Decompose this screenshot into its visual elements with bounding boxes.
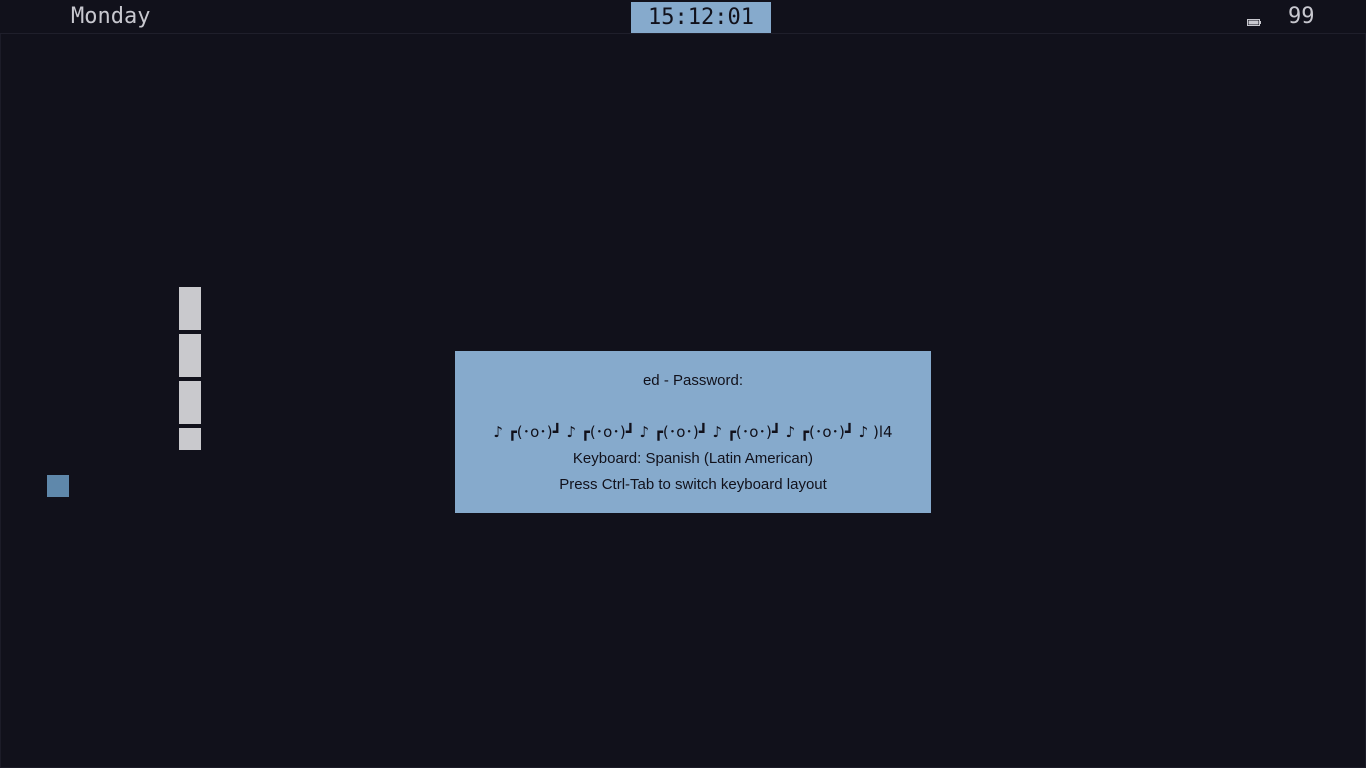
- indicator-bar-1: [179, 287, 201, 330]
- password-input[interactable]: ♪ ┏(･o･)┛ ♪ ┏(･o･)┛ ♪ ┏(･o･)┛ ♪ ┏(･o･)┛ …: [455, 422, 931, 442]
- indicator-bar-2: [179, 334, 201, 377]
- indicator-bar-4: [179, 428, 201, 450]
- clock: 15:12:01: [631, 2, 771, 33]
- lock-password-dialog[interactable]: ed - Password: ♪ ┏(･o･)┛ ♪ ┏(･o･)┛ ♪ ┏(･…: [455, 351, 931, 513]
- password-prompt: ed - Password:: [642, 372, 744, 389]
- keyboard-layout-label: Keyboard: Spanish (Latin American): [572, 450, 814, 467]
- indicator-bar-3: [179, 381, 201, 424]
- battery-icon: [1247, 13, 1261, 26]
- top-status-bar: Monday 15:12:01 99: [0, 0, 1366, 34]
- battery-level: 99: [1288, 4, 1315, 29]
- keyboard-switch-hint: Press Ctrl-Tab to switch keyboard layout: [559, 476, 827, 493]
- indicator-square: [47, 475, 69, 497]
- day-label: Monday: [71, 4, 151, 29]
